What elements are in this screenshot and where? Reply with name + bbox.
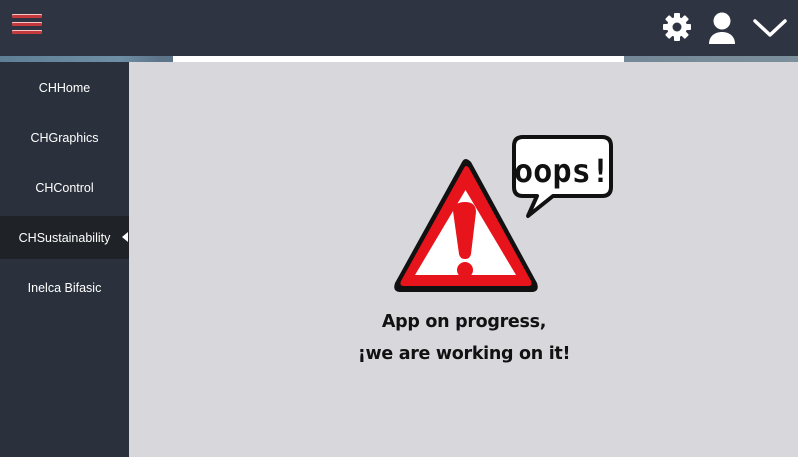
main-content: oops! App on progress, ¡we are working o… — [129, 62, 798, 457]
sidebar-item-label: CHSustainability — [18, 230, 111, 245]
user-icon[interactable] — [706, 11, 738, 45]
gear-icon[interactable] — [661, 11, 693, 43]
sidebar-item-chcontrol[interactable]: CHControl — [0, 166, 129, 209]
message-line-1: App on progress, — [381, 312, 547, 332]
warning-triangle-icon: oops! — [394, 135, 613, 292]
sidebar-item-chsustainability[interactable]: CHSustainability — [0, 216, 129, 259]
sidebar-item-label: CHHome — [38, 80, 91, 95]
sidebar-item-chgraphics[interactable]: CHGraphics — [0, 116, 129, 159]
sidebar: CHHome CHGraphics CHControl CHSustainabi… — [0, 62, 129, 457]
sidebar-item-label: CHControl — [35, 180, 94, 195]
sidebar-item-label: CHGraphics — [30, 130, 99, 145]
chevron-down-icon[interactable] — [752, 13, 788, 43]
sidebar-item-inelca-bifasic[interactable]: Inelca Bifasic — [0, 266, 129, 309]
sidebar-item-chhome[interactable]: CHHome — [0, 66, 129, 109]
bubble-text: oops! — [514, 152, 610, 190]
sidebar-item-label: Inelca Bifasic — [27, 280, 102, 295]
hamburger-menu-icon[interactable] — [12, 12, 42, 38]
top-bar — [0, 0, 798, 56]
message-line-2: ¡we are working on it! — [357, 344, 571, 364]
